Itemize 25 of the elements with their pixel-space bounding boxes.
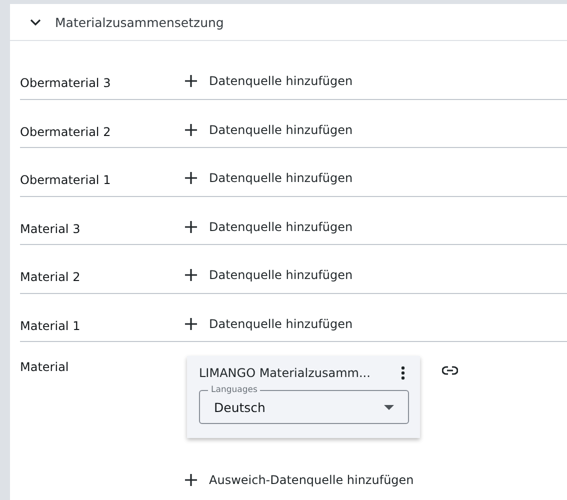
card-title: LIMANGO Materialzusamm... [199, 366, 370, 380]
plus-icon [185, 124, 197, 136]
dropdown-caret-icon [384, 404, 394, 410]
add-source-button[interactable]: Datenquelle hinzufügen [185, 164, 353, 192]
add-source-button[interactable]: Datenquelle hinzufügen [185, 310, 353, 338]
plus-icon [185, 318, 197, 330]
field-label: Material 1 [20, 318, 82, 334]
add-source-button[interactable]: Datenquelle hinzufügen [185, 212, 353, 240]
add-source-button[interactable]: Datenquelle hinzufügen [185, 116, 353, 144]
field-label: Material 2 [20, 269, 82, 286]
chevron-icon [30, 18, 41, 26]
plus-icon [185, 269, 197, 281]
link-button[interactable] [442, 366, 458, 375]
field-label: Obermaterial 3 [20, 75, 112, 92]
plus-icon [185, 75, 197, 87]
plus-icon [185, 172, 197, 184]
plus-icon [185, 220, 197, 232]
field-label: Obermaterial 2 [20, 124, 112, 140]
add-source-button[interactable]: Datenquelle hinzufügen [185, 261, 353, 289]
add-fallback-source-button[interactable]: Ausweich-Datenquelle hinzufügen [185, 466, 414, 494]
field-label: Obermaterial 1 [20, 172, 112, 189]
plus-icon [185, 474, 197, 486]
field-label: Material 3 [20, 220, 82, 238]
add-source-button[interactable]: Datenquelle hinzufügen [185, 67, 353, 95]
field-label: Material [20, 359, 70, 376]
